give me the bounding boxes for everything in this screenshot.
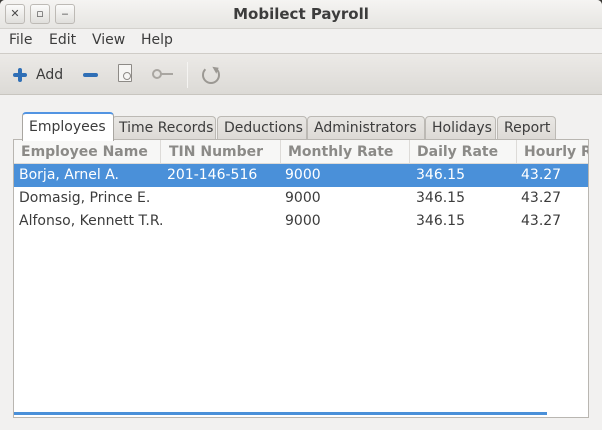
column-header-daily-rate[interactable]: Daily Rate [410,140,517,164]
table-row[interactable]: Alfonso, Kennett T.R. 9000 346.15 43.27 [14,210,588,233]
window-title: Mobilect Payroll [233,5,369,23]
refresh-icon[interactable] [202,66,220,84]
tab-report[interactable]: Report [497,116,556,140]
toolbar-separator [187,62,188,88]
cell-tin-number [162,187,167,210]
cell-daily-rate: 346.15 [416,213,465,229]
cell-hourly-rate: 43.27 [521,213,562,229]
cell-monthly-rate: 9000 [285,167,321,183]
cell-tin-number [162,210,167,233]
table-header: Employee Name TIN Number Monthly Rate Da… [14,140,588,164]
add-button-label: Add [36,67,64,83]
column-header-hourly-rate[interactable]: Hourly Rate [517,140,588,164]
menu-edit[interactable]: Edit [49,32,76,48]
key-icon[interactable] [152,68,174,80]
employees-table[interactable]: Employee Name TIN Number Monthly Rate Da… [13,139,589,418]
cell-tin-number: 201-146-516 [167,167,258,183]
menu-view[interactable]: View [92,32,125,48]
tab-employees[interactable]: Employees [22,112,114,141]
menu-help[interactable]: Help [141,32,173,48]
cell-hourly-rate: 43.27 [521,190,562,206]
plus-icon [12,67,28,83]
app-window: ✕ ▫ ‒ Mobilect Payroll File Edit View He… [0,0,602,430]
title-bar[interactable]: ✕ ▫ ‒ Mobilect Payroll [0,0,602,29]
menu-file[interactable]: File [9,32,32,48]
tab-administrators[interactable]: Administrators [307,116,425,140]
cell-employee-name: Domasig, Prince E. [19,190,151,206]
document-search-icon[interactable] [118,64,132,82]
tab-time-records[interactable]: Time Records [112,116,216,140]
column-header-monthly-rate[interactable]: Monthly Rate [281,140,410,164]
add-button[interactable]: Add [12,62,63,88]
table-row[interactable]: Borja, Arnel A. 201-146-516 9000 346.15 … [14,164,588,187]
menu-bar: File Edit View Help [0,29,602,53]
cell-daily-rate: 346.15 [416,167,465,183]
cell-monthly-rate: 9000 [285,190,321,206]
tab-deductions[interactable]: Deductions [217,116,307,140]
horizontal-scrollbar[interactable] [14,412,547,415]
cell-employee-name: Alfonso, Kennett T.R. [19,213,164,229]
cell-employee-name: Borja, Arnel A. [19,167,119,183]
toolbar: Add [0,53,602,95]
tab-holidays[interactable]: Holidays [425,116,496,140]
cell-hourly-rate: 43.27 [521,167,562,183]
cell-monthly-rate: 9000 [285,213,321,229]
column-header-employee-name[interactable]: Employee Name [14,140,161,164]
table-row[interactable]: Domasig, Prince E. 9000 346.15 43.27 [14,187,588,210]
remove-button[interactable] [83,73,98,77]
column-header-tin-number[interactable]: TIN Number [162,140,281,164]
cell-daily-rate: 346.15 [416,190,465,206]
